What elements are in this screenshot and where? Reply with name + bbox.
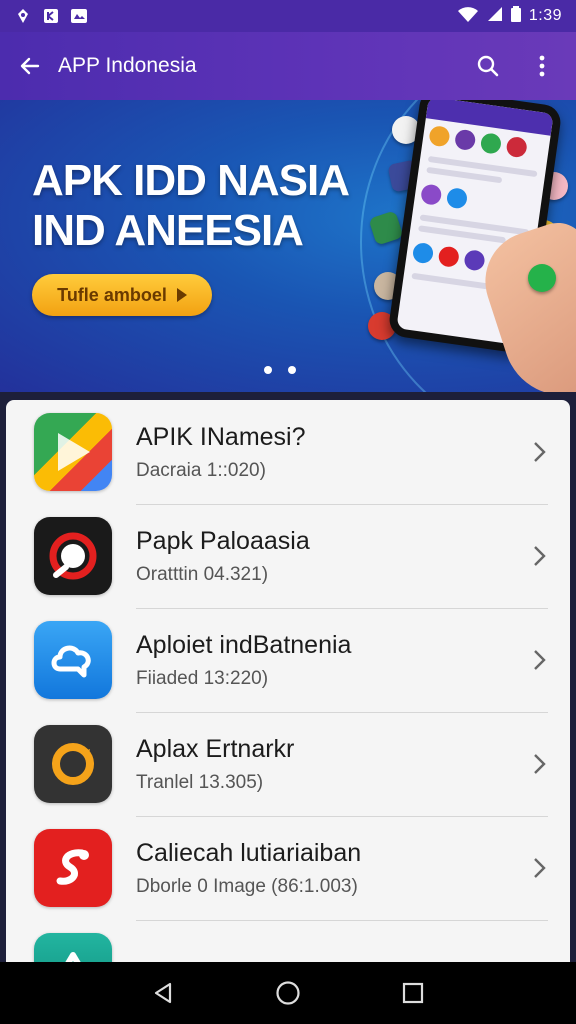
app-subtitle: Dborle 0 Image (86:1.003) [136,875,358,897]
search-icon[interactable] [474,52,502,80]
app-subtitle: Fiiaded 13:220) [136,667,269,689]
nav-recents-icon[interactable] [395,975,431,1011]
chevron-right-icon [528,753,550,775]
list-item[interactable]: Aploiet indBatnenia Fiiaded 13:220) [6,608,570,712]
app-name: APIK INamesi? [136,422,306,451]
app-name: Caliecah lutiariaiban [136,838,362,867]
app-list: APIK INamesi? Dacraia 1::020) Papk Paloa… [6,400,570,980]
banner-cta-button[interactable]: Tufle amboel [32,274,212,316]
cloud-chat-icon [34,621,112,699]
orange-ring-icon [34,725,112,803]
chat-bubble-icon [34,517,112,595]
system-nav-bar [0,962,576,1024]
chevron-right-icon [528,545,550,567]
carousel-dot[interactable] [264,366,272,374]
app-subtitle: Oratttin 04.321) [136,563,269,585]
nav-back-icon[interactable] [145,975,181,1011]
promo-banner[interactable]: APK IDD NASIA IND ANEESIA Tufle amboel [0,100,576,392]
list-item[interactable]: Caliecah lutiariaiban Dborle 0 Image (86… [6,816,570,920]
carousel-dots[interactable] [264,366,296,374]
chevron-right-icon [528,649,550,671]
notification-icon [42,8,60,24]
red-brand-icon [34,829,112,907]
play-store-icon [34,413,112,491]
image-icon [70,8,88,24]
back-arrow-icon[interactable] [14,50,46,82]
app-subtitle: Tranlel 13.305) [136,771,264,793]
list-item[interactable]: Papk Paloaasia Oratttin 04.321) [6,504,570,608]
app-subtitle: Dacraia 1::020) [136,459,266,481]
more-vert-icon[interactable] [528,52,556,80]
banner-cta-label: Tufle amboel [57,284,167,305]
banner-title: APK IDD NASIA IND ANEESIA [32,156,350,256]
play-arrow-icon [176,288,187,302]
signal-icon [487,6,503,26]
list-item[interactable]: APIK INamesi? Dacraia 1::020) [6,400,570,504]
app-title: APP Indonesia [58,54,197,77]
android-icon [14,8,32,24]
wifi-icon [457,6,479,26]
list-item[interactable]: Aplax Ertnarkr Tranlel 13.305) [6,712,570,816]
banner-title-line1: APK IDD NASIA [32,156,350,205]
app-name: Aplax Ertnarkr [136,734,295,763]
app-bar: APP Indonesia [0,32,576,100]
app-name: Aploiet indBatnenia [136,630,352,659]
nav-home-icon[interactable] [270,975,306,1011]
battery-icon [510,6,521,26]
carousel-dot[interactable] [288,366,296,374]
chevron-right-icon [528,857,550,879]
floating-app-icon [528,264,556,292]
status-bar: 1:39 [0,0,576,32]
chevron-right-icon [528,441,550,463]
app-name: Papk Paloaasia [136,526,310,555]
status-time: 1:39 [528,7,562,24]
floating-app-icon [368,210,404,246]
banner-title-line2: IND ANEESIA [32,206,304,255]
